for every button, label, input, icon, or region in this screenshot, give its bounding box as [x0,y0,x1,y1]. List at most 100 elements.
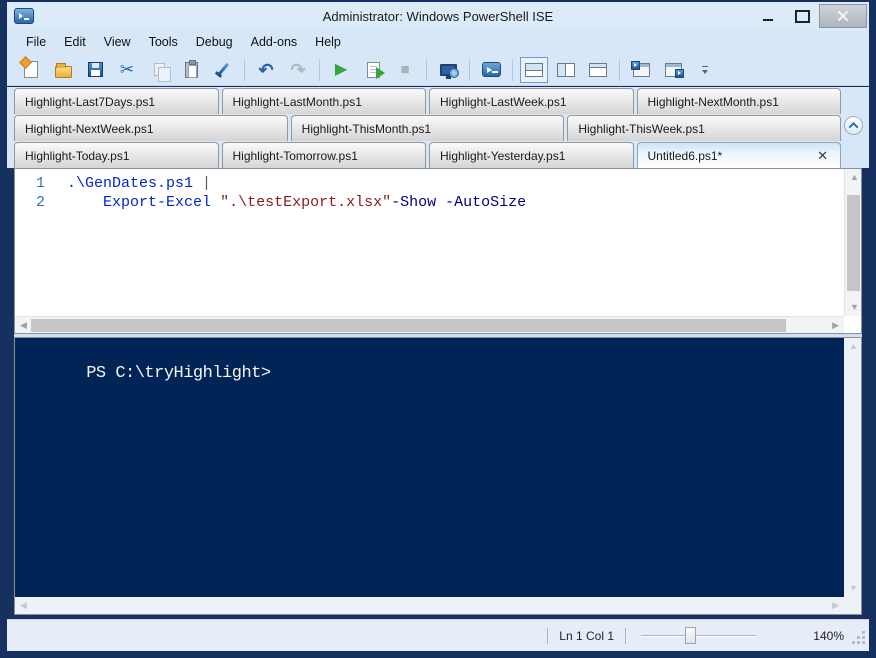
menu-help[interactable]: Help [306,32,350,52]
start-powershell-exe-button[interactable] [477,57,505,83]
tab-row-1: Highlight-Last7Days.ps1 Highlight-LastMon… [14,88,841,114]
cursor-position: Ln 1 Col 1 [559,628,614,643]
minimize-button[interactable] [751,5,785,27]
run-script-button[interactable]: ▶ [327,57,355,83]
tab-untitled6-ps1[interactable]: Untitled6.ps1* ✕ [636,142,841,168]
close-button[interactable] [819,4,867,28]
menu-view[interactable]: View [95,32,140,52]
tab-highlight-last7days-ps1[interactable]: Highlight-Last7Days.ps1 [14,88,219,114]
new-remote-powershell-tab-icon [439,63,459,79]
show-script-pane-right-button[interactable] [552,57,580,83]
powershell-ise-window: Administrator: Windows PowerShell ISE Fi… [0,0,876,658]
tab-label: Highlight-LastMonth.ps1 [232,94,362,109]
tab-highlight-lastweek-ps1[interactable]: Highlight-LastWeek.ps1 [429,88,634,114]
tab-highlight-today-ps1[interactable]: Highlight-Today.ps1 [14,142,219,168]
editor-vscroll-thumb[interactable] [847,195,860,291]
collapse-tab-rows-button[interactable] [844,116,863,135]
start-powershell-exe-icon [481,62,501,77]
code-token-command: .\GenDates.ps1 [67,175,194,192]
paste-button[interactable] [177,57,205,83]
scroll-down-icon[interactable]: ▼ [849,584,858,593]
close-powershell-tab-button[interactable] [659,57,687,83]
tab-highlight-tomorrow-ps1[interactable]: Highlight-Tomorrow.ps1 [221,142,426,168]
clear-console-pane-button[interactable] [209,57,237,83]
script-editor[interactable]: 1 .\GenDates.ps1 | 2 Export-Excel ".\testE… [15,169,844,316]
zoom-slider[interactable] [641,627,756,644]
menu-edit[interactable]: Edit [55,32,95,52]
code-token-string: ".\testExport.xlsx" [220,194,392,211]
menu-file[interactable]: File [17,32,55,52]
toolbar-overflow-button[interactable] [691,57,719,83]
chevron-up-icon [848,121,859,132]
editor-hscroll-thumb[interactable] [31,319,786,332]
resize-grip-icon[interactable] [852,633,865,646]
redo-icon: ↷ [290,59,306,80]
run-selection-button[interactable] [359,57,387,83]
scroll-right-icon[interactable]: ▶ [832,321,839,330]
tab-label: Highlight-Today.ps1 [25,148,130,163]
tab-highlight-nextmonth-ps1[interactable]: Highlight-NextMonth.ps1 [636,88,841,114]
menu-add-ons[interactable]: Add-ons [242,32,307,52]
open-script-button[interactable] [49,57,77,83]
status-bar: Ln 1 Col 1 140% [7,619,869,651]
console-pane: PS C:\tryHighlight> ▲ ▼ ◀ ▶ [14,337,862,615]
editor-vertical-scrollbar[interactable]: ▲ ▼ [844,169,861,316]
scroll-down-icon[interactable]: ▼ [850,303,859,312]
cut-icon: ✂ [119,60,135,79]
tab-close-icon[interactable]: ✕ [815,148,830,164]
powershell-badge-icon [630,60,640,70]
code-token-operator: | [202,175,212,192]
tab-label: Highlight-Yesterday.ps1 [440,148,566,163]
tab-highlight-thisweek-ps1[interactable]: Highlight-ThisWeek.ps1 [567,115,842,141]
show-script-pane-maximized-icon [589,62,607,77]
copy-icon [153,63,171,82]
zoom-slider-track[interactable] [641,635,756,636]
console-input-area[interactable]: PS C:\tryHighlight> [15,338,844,597]
scroll-up-icon[interactable]: ▲ [849,342,858,351]
zoom-slider-thumb[interactable] [684,627,696,644]
run-script-icon: ▶ [334,60,348,78]
tab-highlight-yesterday-ps1[interactable]: Highlight-Yesterday.ps1 [429,142,634,168]
undo-icon: ↶ [258,59,274,80]
tab-row-3: Highlight-Today.ps1 Highlight-Tomorrow.ps… [14,142,841,168]
clear-console-pane-icon [214,61,232,79]
maximize-button[interactable] [785,5,819,27]
scroll-right-icon[interactable]: ▶ [832,601,839,610]
tab-label: Highlight-Last7Days.ps1 [25,94,156,109]
tab-label: Highlight-LastWeek.ps1 [440,94,567,109]
save-script-button[interactable] [81,57,109,83]
toolbar-overflow-icon [700,63,710,77]
show-script-pane-top-icon [525,62,543,77]
tab-highlight-lastmonth-ps1[interactable]: Highlight-LastMonth.ps1 [221,88,426,114]
undo-button[interactable]: ↶ [252,57,280,83]
console-vertical-scrollbar[interactable]: ▲ ▼ [844,338,861,597]
tab-label: Highlight-NextWeek.ps1 [25,121,154,136]
show-script-pane-maximized-button[interactable] [584,57,612,83]
save-script-icon [87,62,103,77]
new-remote-powershell-tab-button[interactable] [434,57,462,83]
stop-operation-button: ■ [391,57,419,83]
new-script-button[interactable] [17,57,45,83]
window-title: Administrator: Windows PowerShell ISE [322,8,554,24]
toolbar-separator [469,58,470,81]
scroll-left-icon[interactable]: ◀ [20,601,27,610]
scroll-up-icon[interactable]: ▲ [850,173,859,182]
tab-highlight-nextweek-ps1[interactable]: Highlight-NextWeek.ps1 [14,115,288,141]
scroll-left-icon[interactable]: ◀ [20,321,27,330]
editor-horizontal-scrollbar[interactable]: ◀ ▶ [15,316,844,333]
tab-highlight-thismonth-ps1[interactable]: Highlight-ThisMonth.ps1 [290,115,565,141]
toolbar-separator [244,58,245,81]
toolbar-separator [619,58,620,81]
toolbar-separator [512,58,513,81]
menu-debug[interactable]: Debug [187,32,242,52]
cut-button[interactable]: ✂ [113,57,141,83]
console-horizontal-scrollbar[interactable]: ◀ ▶ [15,597,844,614]
menu-tools[interactable]: Tools [140,32,187,52]
line-number: 2 [35,194,45,211]
new-powershell-tab-button[interactable] [627,57,655,83]
code-token-parameter: -Show -AutoSize [391,194,527,211]
show-script-pane-top-button[interactable] [520,56,548,83]
show-script-pane-right-icon [557,62,575,77]
